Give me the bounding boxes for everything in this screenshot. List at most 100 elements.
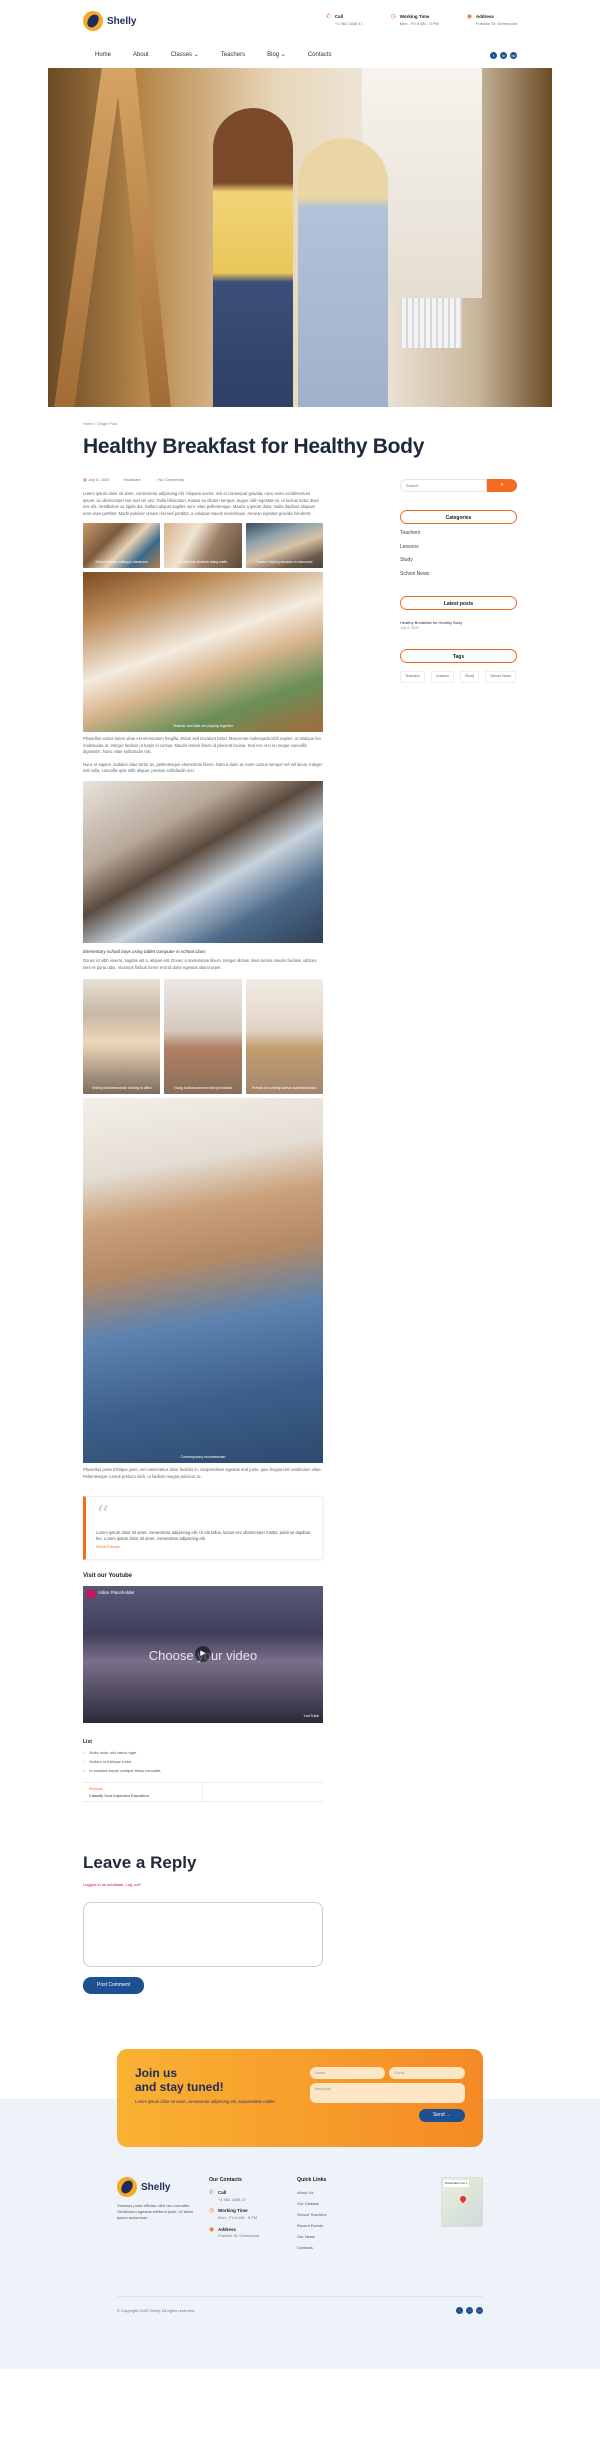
tag-link[interactable]: School News	[485, 671, 517, 683]
footer-logo[interactable]: Shelly	[117, 2177, 201, 2198]
comment-icon: ◌	[154, 477, 158, 483]
send-label: Send	[432, 2112, 445, 2119]
gallery-image[interactable]: Young businesswoman eating breakfast	[164, 979, 242, 1095]
call-label: Call	[334, 13, 344, 19]
prev-post-link[interactable]: Previous Classify Your Improved Educatio…	[83, 1783, 203, 1802]
header-address: ◉ Address Franklin St, Greenpoint	[467, 14, 517, 28]
footer-link[interactable]: About Us	[297, 2190, 377, 2196]
tag-link[interactable]: Teachers	[400, 671, 425, 683]
woman-figure	[298, 138, 388, 407]
gallery-image[interactable]: Elementary students doing crafts	[164, 523, 242, 569]
latest-post-item[interactable]: Healthy Breakfast for Healthy Body July …	[400, 620, 517, 631]
footer-map[interactable]: Daneoduk Live L	[441, 2177, 483, 2251]
nav-item-classes[interactable]: Classes ⌄	[171, 51, 199, 60]
search-input[interactable]	[400, 479, 487, 493]
gallery-image[interactable]: Teacher helping students in classroom	[245, 523, 323, 569]
tag-link[interactable]: Study	[459, 671, 480, 683]
map-embed[interactable]: Daneoduk Live L	[441, 2177, 483, 2228]
nav-item-blog[interactable]: Blog ⌄	[267, 51, 286, 60]
facebook-icon[interactable]: f	[456, 2307, 463, 2315]
send-button[interactable]: Send →	[419, 2109, 465, 2123]
search-icon[interactable]: ⌕	[487, 479, 517, 493]
footer-contacts-title: Our Contacts	[209, 2177, 242, 2184]
post-comment-button[interactable]: Post Comment	[83, 1976, 145, 1995]
address-label: Address	[218, 2226, 237, 2232]
sidebar: ⌕ Categories Teachers Lessons Study Scho…	[400, 469, 517, 1994]
youtube-icon[interactable]: YouTube	[303, 1713, 319, 1719]
categories-title: Categories	[400, 510, 517, 525]
nav-item-teachers[interactable]: Teachers	[221, 51, 245, 60]
address-value: Franklin St, Greenpoint	[218, 2233, 260, 2239]
quote-icon: “	[96, 1501, 110, 1532]
newsletter-title-line2: and stay tuned!	[135, 2079, 224, 2094]
logged-in-link[interactable]: Logged in as medialab. Log out?	[83, 1882, 323, 1888]
play-icon[interactable]: ▶	[195, 1645, 211, 1662]
nav-item-about[interactable]: About	[133, 51, 149, 60]
clock-icon: ◷	[390, 13, 396, 20]
twitter-icon[interactable]: tw	[476, 2307, 483, 2315]
category-link[interactable]: Study	[400, 557, 517, 565]
name-field[interactable]: Name	[309, 2067, 386, 2080]
gallery-image[interactable]: Smiling businesswoman working in office	[83, 979, 161, 1095]
newsletter-title-line1: Join us	[135, 2066, 178, 2081]
categories-list: Teachers Lessons Study School News	[400, 530, 517, 578]
list-item: ✓ In sodales turpis volutpat tellus conva…	[83, 1768, 323, 1774]
gallery-caption: Portrait of a smiling woman businesswoma…	[252, 1086, 317, 1091]
nav-item-home[interactable]: Home	[95, 51, 111, 60]
logo-mark-icon	[117, 2177, 137, 2198]
gallery-image[interactable]: Portrait of a smiling woman businesswoma…	[245, 979, 323, 1095]
message-field[interactable]: Message	[309, 2083, 465, 2104]
post-intro: Lorem ipsum dolor sit amet, consectetur …	[83, 491, 320, 516]
post-navigation: Previous Classify Your Improved Educatio…	[83, 1782, 323, 1803]
header-hours: ◷ Working Time Mon - Fri 8 AM - 5 PM	[391, 14, 439, 28]
chevron-down-icon: ⌄	[280, 51, 286, 58]
linkedin-icon[interactable]: in	[500, 51, 507, 59]
footer-about-text: Vivamus porta efficitur nibh nec convall…	[117, 2203, 194, 2221]
easel-shape	[53, 68, 123, 407]
footer-link[interactable]: Our Classes	[297, 2201, 377, 2207]
logo[interactable]: Shelly	[83, 11, 136, 31]
linkedin-icon[interactable]: in	[466, 2307, 473, 2315]
list-heading: List	[83, 1738, 92, 1745]
breadcrumb: Home / Single Post	[83, 421, 517, 427]
page-title: Healthy Breakfast for Healthy Body	[83, 435, 425, 458]
call-label: Call	[218, 2190, 227, 2196]
footer-link[interactable]: Our News	[297, 2234, 377, 2240]
phone-icon: ✆	[209, 2190, 215, 2197]
footer-link[interactable]: Recent Events	[297, 2223, 377, 2229]
breadcrumb-home[interactable]: Home	[83, 421, 94, 426]
category-link[interactable]: Lessons	[400, 544, 517, 552]
post-paragraph: Nunc et sapien, sodales vitae tortor ac,…	[83, 761, 323, 774]
footer-link[interactable]: Contacts	[297, 2245, 377, 2251]
call-value[interactable]: +1 982 3468 47	[218, 2197, 246, 2202]
header-contacts: ✆ Call +1 982 3468 47 ◷ Working Time Mon -…	[326, 14, 517, 28]
quote-text: Lorem ipsum dolor sit amet, consectetur …	[96, 1529, 311, 1541]
radiator-shape	[402, 298, 462, 348]
quote-author: Reina Francis	[96, 1545, 120, 1550]
footer-about: Shelly Vivamus porta efficitur nibh nec …	[117, 2177, 201, 2251]
tag-link[interactable]: Lessons	[430, 671, 454, 683]
latest-posts-title: Latest posts	[400, 596, 517, 611]
gallery-2: Smiling businesswoman working in office …	[83, 979, 323, 1095]
category-link[interactable]: School News	[400, 571, 517, 579]
facebook-icon[interactable]: f	[490, 51, 497, 59]
email-field[interactable]: Email	[389, 2067, 466, 2080]
newsletter-description: Lorem ipsum dolor sit amet, consectetur …	[135, 2098, 276, 2104]
gallery-image[interactable]: School teacher smiling in classroom	[83, 523, 161, 569]
list-item: ✓ Nullam in tristique tortor	[83, 1759, 323, 1765]
category-link[interactable]: Teachers	[400, 530, 517, 538]
hours-value: Mon - Fri 8 AM - 5 PM	[399, 20, 439, 26]
gallery-caption: Young businesswoman eating breakfast	[173, 1086, 233, 1091]
comment-textarea[interactable]	[83, 1901, 323, 1967]
nav-item-contacts[interactable]: Contacts	[308, 51, 332, 60]
check-icon: ✓	[83, 1768, 87, 1774]
newsletter-form: Name Email Message Send →	[309, 2067, 466, 2129]
post-comments[interactable]: ◌ No Comments	[155, 477, 184, 483]
post-date[interactable]: ▦ July 6, 2020	[83, 477, 109, 483]
footer-link[interactable]: School Teachers	[297, 2212, 377, 2218]
call-value[interactable]: +1 982 3468 47	[335, 21, 363, 26]
video-player[interactable]: Video Placeholder Choose your video ▶ Yo…	[83, 1585, 323, 1723]
reply-heading: Leave a Reply	[83, 1853, 197, 1873]
twitter-icon[interactable]: tw	[510, 51, 517, 59]
post-category[interactable]: Hardware	[123, 477, 140, 483]
